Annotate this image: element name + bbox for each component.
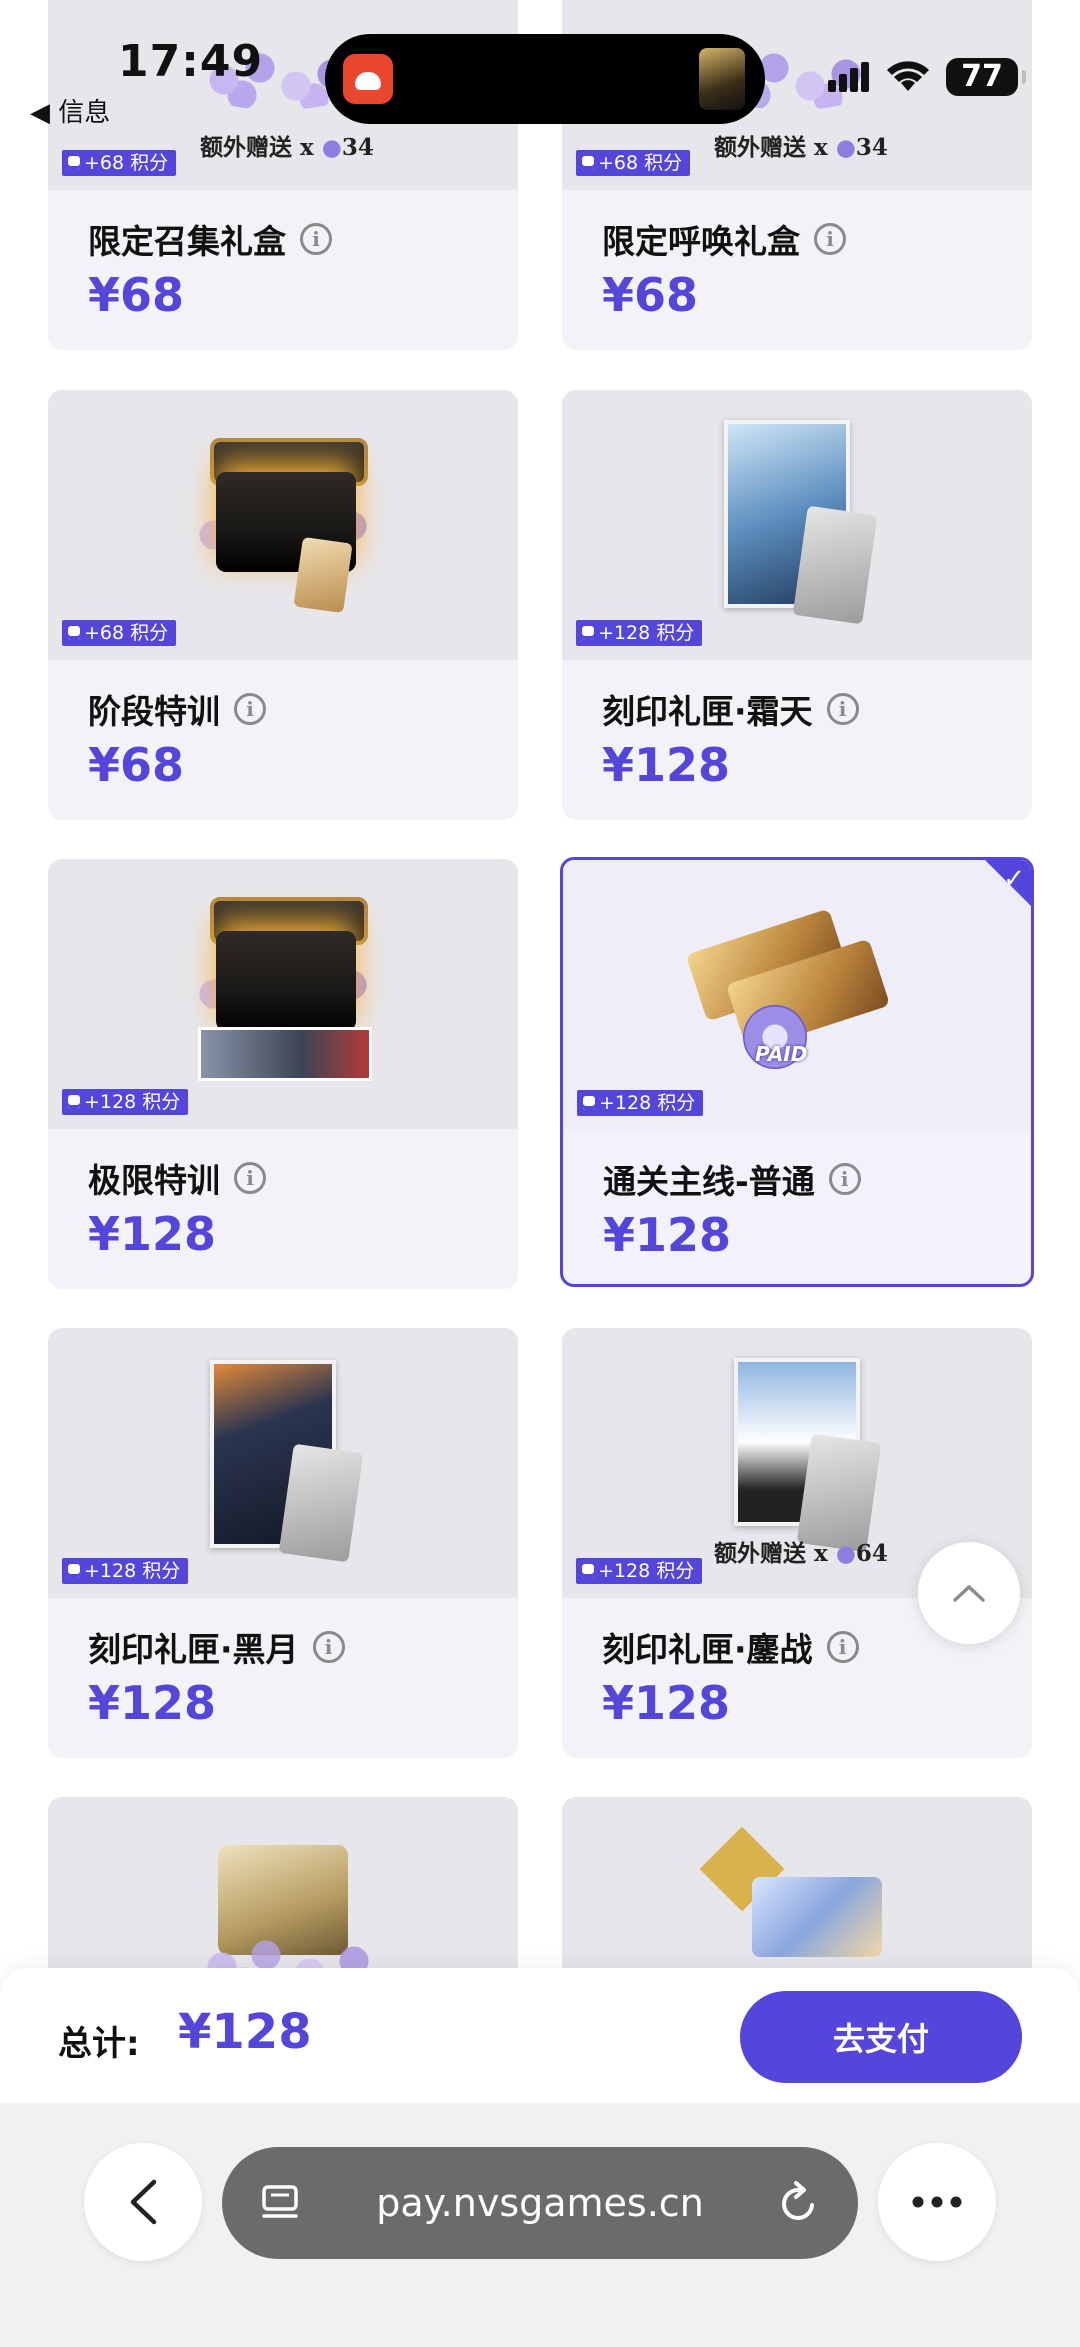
coin-icon	[68, 626, 80, 640]
bonus-points-badge: +128 积分	[62, 1089, 189, 1115]
coin-icon	[583, 1096, 595, 1110]
bonus-points-badge: +128 积分	[62, 1558, 189, 1584]
status-indicators: 77	[828, 58, 1026, 96]
signal-icon	[828, 62, 869, 92]
paid-label: PAID	[755, 1042, 808, 1066]
product-name: 限定召集礼盒 i	[88, 215, 332, 263]
address-bar[interactable]: pay.nvsgames.cn	[222, 2147, 858, 2259]
extra-gift-label: 额外赠送 x ●34	[200, 134, 374, 161]
chevron-left-icon	[130, 2179, 157, 2225]
product-name: 刻印礼匣·鏖战 i	[602, 1623, 859, 1671]
total-label: 总计:	[58, 2024, 140, 2064]
product-price: ¥68	[88, 268, 185, 322]
crystal-art	[752, 1877, 882, 1957]
chest	[216, 931, 356, 1031]
info-icon[interactable]: i	[814, 223, 846, 255]
product-price: ¥128	[88, 1676, 217, 1730]
back-to-app-link[interactable]: ◀ 信息	[30, 92, 110, 129]
product-card-4[interactable]: +128 积分 极限特训 i ¥128	[48, 859, 518, 1289]
check-icon: ✓	[1003, 864, 1025, 894]
coin-icon	[68, 156, 80, 170]
info-icon[interactable]: i	[234, 1162, 266, 1194]
chevron-up-icon	[953, 1585, 985, 1602]
reload-icon[interactable]	[778, 2181, 820, 2225]
product-name: 阶段特训 i	[88, 685, 266, 733]
coin-icon	[68, 1095, 80, 1109]
more-icon	[912, 2196, 962, 2208]
bonus-points-badge: +68 积分	[62, 150, 177, 176]
product-image: +68 积分	[48, 390, 518, 660]
product-card-9[interactable]	[562, 1797, 1032, 1980]
info-icon[interactable]: i	[828, 1163, 861, 1195]
product-grid: 额外赠送 x ●34 +68 积分 限定召集礼盒 i ¥68 额外赠送 x ●3…	[0, 0, 1080, 1980]
product-price: ¥128	[603, 1208, 732, 1262]
product-card-2[interactable]: +68 积分 阶段特训 i ¥68	[48, 390, 518, 820]
bonus-points-badge: +128 积分	[576, 620, 703, 646]
browser-toolbar: pay.nvsgames.cn	[0, 2103, 1080, 2347]
product-card-8[interactable]	[48, 1797, 518, 1980]
character-banner	[198, 1027, 372, 1081]
product-image: +128 积分	[562, 390, 1032, 660]
engraving-tag	[792, 505, 878, 625]
info-icon[interactable]: i	[300, 223, 332, 255]
product-name: 限定呼唤礼盒 i	[602, 215, 846, 263]
coin-icon	[582, 156, 594, 170]
bonus-points-badge: +68 积分	[576, 150, 691, 176]
engraving-tag	[278, 1443, 364, 1563]
app-icon	[343, 54, 393, 104]
dynamic-island[interactable]	[325, 34, 765, 124]
product-card-5-selected[interactable]: PAID +128 积分 ✓ 通关主线-普通 i ¥128	[560, 857, 1034, 1287]
extra-gift-label: 额外赠送 x ●34	[714, 134, 888, 161]
bonus-points-badge: +128 积分	[576, 1558, 703, 1584]
product-image: +128 积分	[48, 859, 518, 1129]
product-image	[562, 1797, 1032, 1980]
product-image: +128 积分	[48, 1328, 518, 1598]
coin-icon	[582, 1564, 594, 1578]
total-value: ¥128	[178, 2004, 312, 2060]
info-icon[interactable]: i	[826, 1631, 859, 1663]
info-icon[interactable]: i	[234, 693, 266, 725]
product-name: 刻印礼匣·霜天 i	[602, 685, 859, 733]
coin-icon	[582, 626, 594, 640]
coin-icon	[68, 1564, 80, 1578]
checkout-bar: 总计: ¥128 去支付	[0, 1968, 1080, 2103]
product-name: 通关主线-普通 i	[603, 1155, 861, 1203]
ticket-tag	[293, 536, 353, 614]
browser-back-button[interactable]	[84, 2143, 202, 2261]
product-name: 极限特训 i	[88, 1154, 266, 1202]
scroll-to-top-button[interactable]	[918, 1542, 1020, 1644]
product-image: PAID +128 积分	[563, 860, 1031, 1130]
bonus-points-badge: +128 积分	[577, 1090, 704, 1116]
info-icon[interactable]: i	[826, 693, 859, 725]
product-name: 刻印礼匣·黑月 i	[88, 1623, 345, 1671]
info-icon[interactable]: i	[312, 1631, 345, 1663]
url-text: pay.nvsgames.cn	[376, 2181, 704, 2225]
product-price: ¥68	[602, 268, 699, 322]
game-icon	[699, 48, 745, 110]
extra-gift-label: 额外赠送 x ●64	[714, 1540, 888, 1567]
pay-button[interactable]: 去支付	[740, 1991, 1022, 2083]
product-price: ¥128	[88, 1207, 217, 1261]
product-card-6[interactable]: +128 积分 刻印礼匣·黑月 i ¥128	[48, 1328, 518, 1758]
battery-icon: 77	[946, 58, 1026, 96]
product-price: ¥128	[602, 738, 731, 792]
product-card-3[interactable]: +128 积分 刻印礼匣·霜天 i ¥128	[562, 390, 1032, 820]
product-price: ¥128	[602, 1676, 731, 1730]
more-options-button[interactable]	[878, 2143, 996, 2261]
status-time: 17:49	[118, 36, 264, 87]
wifi-icon	[887, 61, 929, 91]
product-image	[48, 1797, 518, 1980]
bonus-points-badge: +68 积分	[62, 620, 177, 646]
product-price: ¥68	[88, 738, 185, 792]
